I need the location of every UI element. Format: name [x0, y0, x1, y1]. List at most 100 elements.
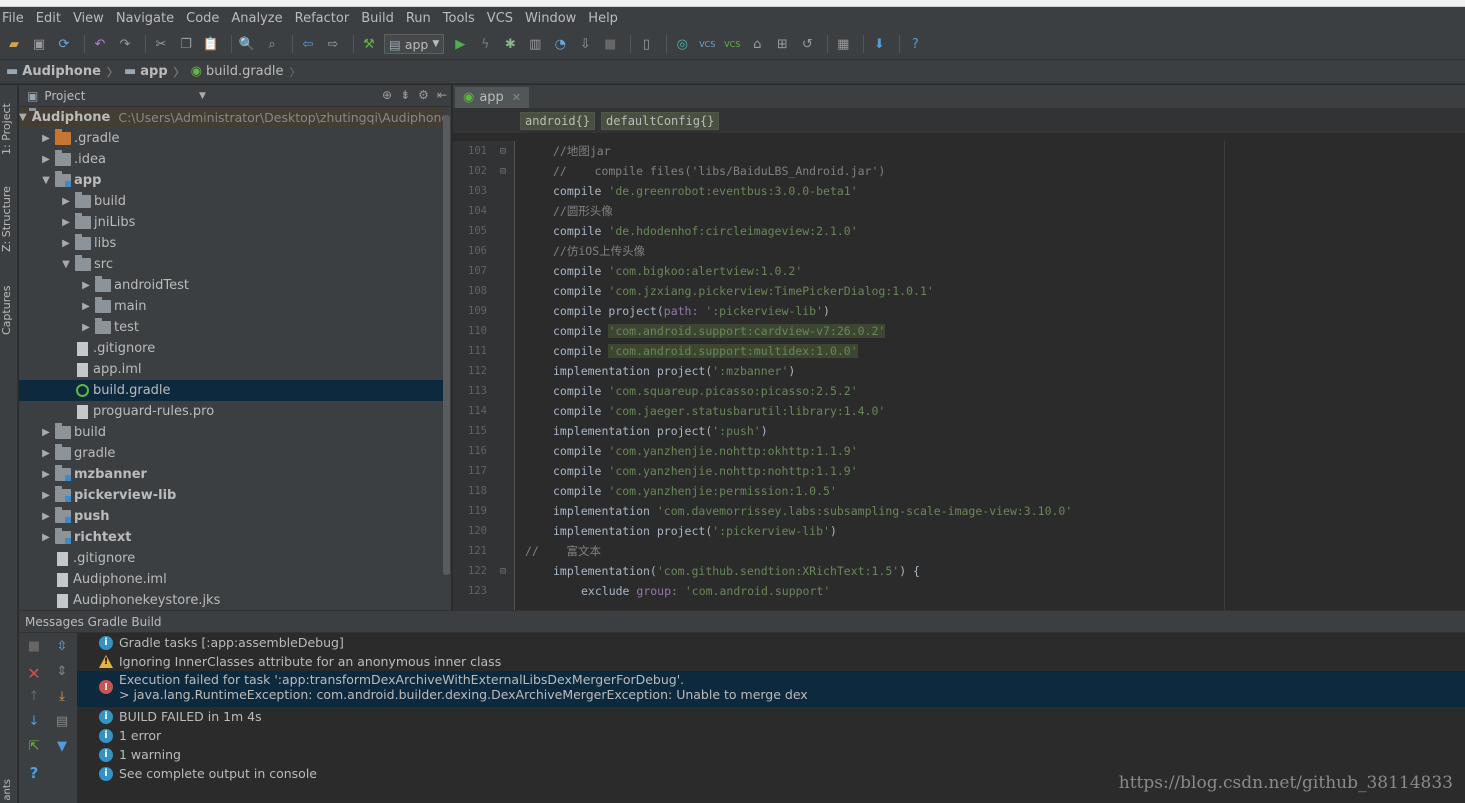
code-line[interactable]: 105 compile 'de.hdodenhof:circleimageview…	[453, 221, 1465, 241]
tab-ant[interactable]: ants	[2, 779, 13, 801]
tree-item[interactable]: .gitignore	[19, 548, 444, 569]
export-output-icon[interactable]: ⇱	[25, 739, 43, 757]
close-icon[interactable]: ✕	[512, 91, 521, 104]
avd-manager-icon[interactable]: ▯	[636, 34, 656, 54]
code-line[interactable]: 107 compile 'com.bigkoo:alertview:1.0.2'	[453, 261, 1465, 281]
tab-structure[interactable]: Z: Structure	[0, 177, 18, 261]
message-row[interactable]: Ignoring InnerClasses attribute for an a…	[77, 652, 1465, 671]
tree-item[interactable]: proguard-rules.pro	[19, 401, 444, 422]
breadcrumb-item-app[interactable]: ▬ app 〉	[124, 64, 185, 80]
tree-item[interactable]: ▶ test	[19, 317, 444, 338]
code-line[interactable]: 110 compile 'com.android.support:cardview…	[453, 321, 1465, 341]
chevron-down-icon[interactable]: ▼	[59, 259, 73, 270]
vcs-history-icon[interactable]: ⌂	[747, 34, 767, 54]
make-project-icon[interactable]: ⚒	[359, 34, 379, 54]
message-row[interactable]: i 1 warning	[77, 745, 1465, 764]
code-line[interactable]: 123 exclude group: 'com.android.support'	[453, 581, 1465, 601]
attach-process-icon[interactable]: ⇩	[575, 34, 595, 54]
message-row[interactable]: i BUILD FAILED in 1m 4s	[77, 707, 1465, 726]
next-icon[interactable]: ↓	[25, 714, 43, 732]
sdk-manager-icon[interactable]: ⬇	[869, 34, 889, 54]
breadcrumb-item-file[interactable]: ◉ build.gradle 〉	[191, 64, 301, 80]
code-line[interactable]: 115 implementation project(':push')	[453, 421, 1465, 441]
tree-item[interactable]: ▶ libs	[19, 233, 444, 254]
code-line[interactable]: 104 //圆形头像	[453, 201, 1465, 221]
menu-item-refactor[interactable]: Refactor	[295, 11, 350, 26]
tab-build-gradle-app[interactable]: ◉ app ✕	[455, 85, 530, 108]
open-folder-icon[interactable]: ▰	[4, 34, 24, 54]
redo-icon[interactable]: ↷	[115, 34, 135, 54]
code-line[interactable]: 109 compile project(path: ':pickerview-li…	[453, 301, 1465, 321]
tree-item[interactable]: ▶ jniLibs	[19, 212, 444, 233]
profile-icon[interactable]: ◔	[550, 34, 570, 54]
tree-item[interactable]: ▶ main	[19, 296, 444, 317]
tree-item[interactable]: Audiphone.iml	[19, 569, 444, 590]
code-line[interactable]: 106 //仿iOS上传头像	[453, 241, 1465, 261]
tree-item[interactable]: app.iml	[19, 359, 444, 380]
toggle-view-icon[interactable]: ▤	[53, 714, 71, 732]
tree-item[interactable]: ▼ src	[19, 254, 444, 275]
fold-icon[interactable]: ⊟	[491, 166, 515, 177]
back-icon[interactable]: ⇦	[298, 34, 318, 54]
tree-item[interactable]: .gitignore	[19, 338, 444, 359]
expand-all-icon[interactable]: ⇳	[53, 639, 71, 657]
code-line[interactable]: 103 compile 'de.greenrobot:eventbus:3.0.0…	[453, 181, 1465, 201]
replace-icon[interactable]: ⌕	[262, 34, 282, 54]
code-line[interactable]: 120 implementation project(':pickerview-l…	[453, 521, 1465, 541]
code-line[interactable]: 122 ⊟ implementation('com.github.sendtion:…	[453, 561, 1465, 581]
chevron-right-icon[interactable]: ▶	[59, 217, 73, 228]
code-breadcrumb-defaultconfig[interactable]: defaultConfig{}	[601, 112, 720, 130]
code-line[interactable]: 119 implementation 'com.davemorrissey.lab…	[453, 501, 1465, 521]
fold-icon[interactable]: ⊟	[491, 146, 515, 157]
breadcrumb-item-project[interactable]: ▬ Audiphone 〉	[6, 64, 118, 80]
project-view-select[interactable]: Project	[44, 89, 85, 103]
chevron-right-icon[interactable]: ▶	[79, 301, 93, 312]
chevron-right-icon[interactable]: ▶	[39, 448, 53, 459]
code-line[interactable]: 114 compile 'com.jaeger.statusbarutil:lib…	[453, 401, 1465, 421]
menu-item-code[interactable]: Code	[186, 11, 219, 26]
help-icon[interactable]: ?	[905, 34, 925, 54]
revert-icon[interactable]: ↺	[797, 34, 817, 54]
paste-icon[interactable]: 📋	[201, 34, 221, 54]
menu-item-analyze[interactable]: Analyze	[231, 11, 282, 26]
tree-item[interactable]: ▶ androidTest	[19, 275, 444, 296]
menu-item-navigate[interactable]: Navigate	[116, 11, 174, 26]
code-line[interactable]: 116 compile 'com.yanzhenjie.nohttp:okhttp…	[453, 441, 1465, 461]
tree-item[interactable]: ▶ .idea	[19, 149, 444, 170]
code-line[interactable]: 121 // 富文本	[453, 541, 1465, 561]
stop-icon[interactable]: ■	[600, 34, 620, 54]
hide-icon[interactable]: ⇤	[437, 88, 447, 102]
code-line[interactable]: 113 compile 'com.squareup.picasso:picasso…	[453, 381, 1465, 401]
vcs-update-icon[interactable]: VCS	[697, 34, 717, 54]
chevron-right-icon[interactable]: ▶	[39, 469, 53, 480]
menu-item-tools[interactable]: Tools	[443, 11, 475, 26]
run-icon[interactable]: ▶	[450, 34, 470, 54]
chevron-right-icon[interactable]: ▶	[59, 238, 73, 249]
tree-item[interactable]: build.gradle	[19, 380, 444, 401]
tree-item[interactable]: ▼ app	[19, 170, 444, 191]
help-icon[interactable]: ?	[25, 764, 43, 782]
expand-arrow-icon[interactable]: ▼	[19, 112, 27, 123]
cut-icon[interactable]: ✂	[151, 34, 171, 54]
tree-item[interactable]: ▶ build	[19, 422, 444, 443]
message-row[interactable]: i 1 error	[77, 726, 1465, 745]
code-line[interactable]: 117 compile 'com.yanzhenjie.nohttp:nohttp…	[453, 461, 1465, 481]
code-line[interactable]: 112 implementation project(':mzbanner')	[453, 361, 1465, 381]
menu-item-build[interactable]: Build	[361, 11, 394, 26]
tree-item[interactable]: ▶ .gradle	[19, 128, 444, 149]
chevron-down-icon[interactable]: ▼	[199, 91, 206, 101]
menu-item-help[interactable]: Help	[588, 11, 618, 26]
chevron-right-icon[interactable]: ▶	[59, 196, 73, 207]
copy-icon[interactable]: ❐	[176, 34, 196, 54]
tab-project[interactable]: 1: Project	[0, 89, 18, 169]
chevron-right-icon[interactable]: ▶	[39, 532, 53, 543]
filter-icon[interactable]: ▼	[53, 739, 71, 757]
close-icon[interactable]: ✕	[25, 664, 43, 683]
code-line[interactable]: 102 ⊟ // compile files('libs/BaiduLBS_Andr…	[453, 161, 1465, 181]
menu-item-edit[interactable]: Edit	[36, 11, 61, 26]
tree-item[interactable]: ▶ richtext	[19, 527, 444, 548]
code-line[interactable]: 101 ⊟ //地图jar	[453, 141, 1465, 161]
previous-icon[interactable]: ↑	[25, 689, 43, 707]
chevron-down-icon[interactable]: ▼	[39, 175, 53, 186]
chevron-right-icon[interactable]: ▶	[39, 133, 53, 144]
